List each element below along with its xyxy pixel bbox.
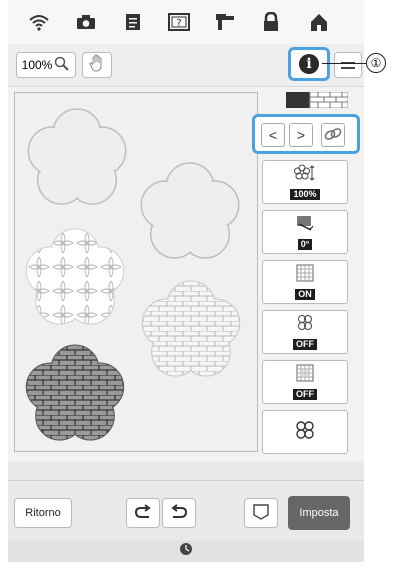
menu-button[interactable] [334,52,362,78]
pattern-swatch[interactable] [286,91,349,109]
previous-button[interactable]: < [261,123,285,147]
toolbar: 100% i [8,44,364,87]
selection-navigator: < > [252,114,360,154]
set-button[interactable]: Imposta [288,496,350,530]
pattern-tool-button[interactable]: OFF [262,360,348,404]
callout-number: ① [366,53,386,73]
undo-button[interactable] [126,498,160,528]
flower-ornamental[interactable] [25,228,125,325]
clock-icon [179,542,193,561]
menu-icon-bar [341,66,355,69]
flower-outline-2[interactable] [140,162,240,259]
canvas-drawing [25,108,241,441]
zoom-button[interactable]: 100% [16,52,76,78]
outline-tool-button[interactable]: ON [262,260,348,304]
rotate-icon [295,214,315,237]
stitch-icon[interactable] [212,10,238,34]
camera-icon[interactable] [73,10,99,34]
magnifier-icon [54,56,70,75]
callout-line [322,63,368,64]
outline-badge: ON [295,289,315,300]
flower-outline-1[interactable] [27,108,127,205]
multi-flower-icon [296,314,314,337]
chain-link-icon [324,127,342,144]
zoom-value: 100% [21,58,53,72]
undo-icon [133,503,153,523]
svg-text:?: ? [176,18,181,29]
rotate-badge: 0° [297,239,313,250]
multi-select-tool-button[interactable]: OFF [262,310,348,354]
hand-icon [89,53,105,77]
redo-icon [169,503,189,523]
rotate-tool-button[interactable]: 0° [262,210,348,254]
lock-icon[interactable] [258,10,284,34]
bottom-strip [8,540,364,562]
pattern-badge: OFF [293,389,317,400]
frame-icon [252,503,270,524]
multi-select-badge: OFF [293,339,317,350]
redo-button[interactable] [162,498,196,528]
link-button[interactable] [321,123,345,147]
group-tool-button[interactable] [262,410,348,454]
size-tool-button[interactable]: 100% [262,160,348,204]
info-button[interactable]: i [288,47,330,81]
grid-outline-icon [296,264,314,287]
size-badge: 100% [290,189,320,200]
flower-bricks-light[interactable] [141,280,241,377]
group-flower-icon [294,420,316,445]
home-icon[interactable] [306,10,332,34]
wifi-icon[interactable] [26,10,52,34]
back-button[interactable]: Ritorno [14,498,72,528]
info-icon: i [299,54,319,74]
frame-button[interactable] [244,498,278,528]
flower-bricks-dark[interactable] [25,344,125,441]
design-canvas[interactable] [14,92,258,452]
help-icon[interactable]: ? [166,10,192,34]
status-bar: ? [8,0,364,44]
bottom-divider [8,480,364,481]
hand-pan-button[interactable] [82,52,112,78]
next-button[interactable]: > [289,123,313,147]
size-flower-icon [294,164,316,187]
document-icon[interactable] [120,10,146,34]
grid-pattern-icon [296,364,314,387]
